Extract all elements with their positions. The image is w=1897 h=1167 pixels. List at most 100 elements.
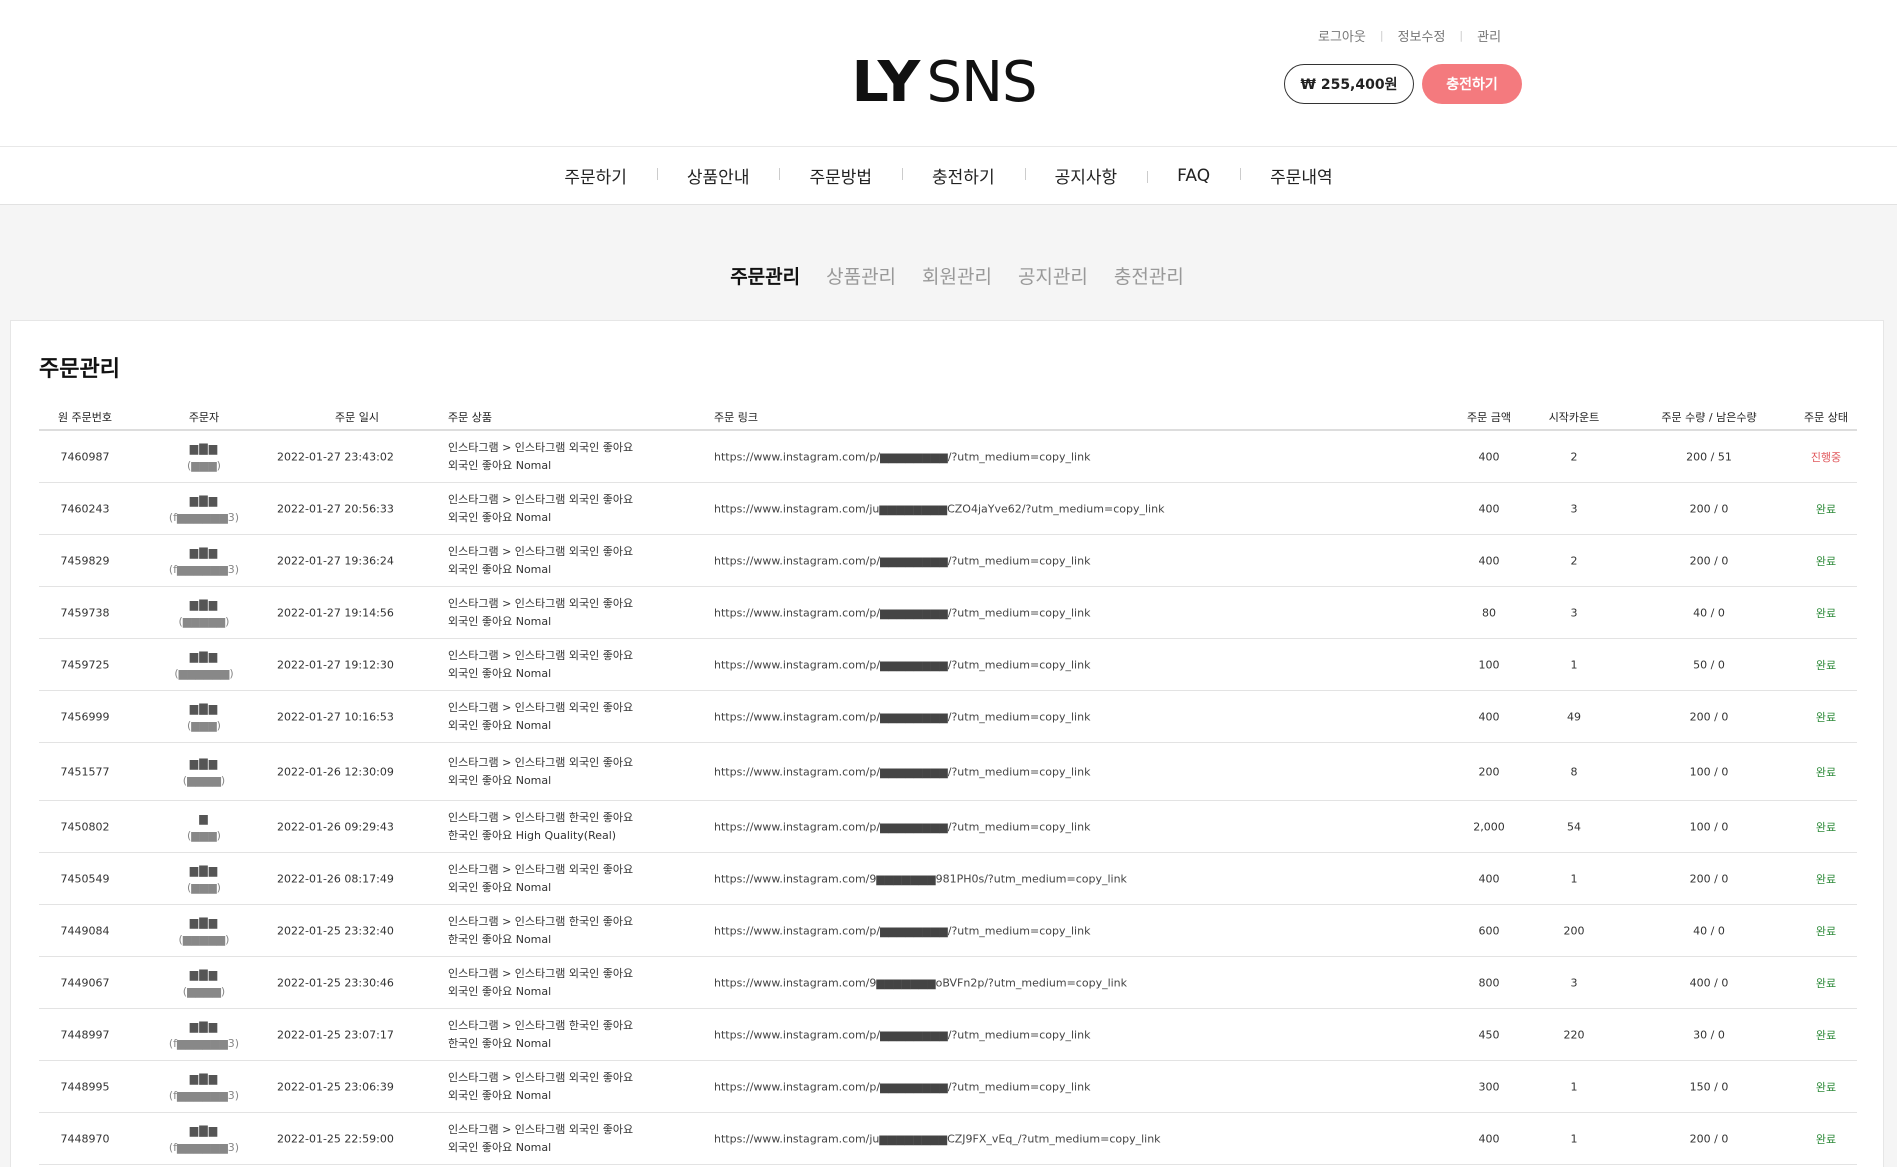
orderer-id: (f▆▆▆▆▆▆3) — [168, 562, 240, 576]
order-amount: 800 — [1478, 976, 1500, 989]
status-badge: 완료 — [1815, 554, 1837, 568]
order-link[interactable]: https://www.instagram.com/ju▆▆▆▆▆▆▆▆CZO4… — [714, 502, 1274, 515]
product-category: 인스타그램 > 인스타그램 외국인 좋아요 — [448, 755, 634, 769]
orderer: ▆▇▆ (f▆▆▆▆▆▆3) — [154, 544, 254, 578]
table-row: 7448970 ▆▇▆ (f▆▆▆▆▆▆3) 2022-01-25 22:59:00 인… — [39, 1113, 1857, 1165]
start-count: 1 — [1570, 658, 1578, 671]
orderer: ▆▇▆ (▆▆▆) — [154, 862, 254, 896]
order-number: 7460243 — [60, 502, 110, 515]
order-link[interactable]: https://www.instagram.com/p/▆▆▆▆▆▆▆▆/?ut… — [714, 765, 1274, 778]
order-amount: 400 — [1478, 450, 1500, 463]
orderer-id: (▆▆▆▆) — [182, 773, 226, 787]
quantity-remaining: 40 / 0 — [1693, 606, 1725, 619]
nav-faq[interactable]: FAQ — [1147, 166, 1240, 186]
start-count: 2 — [1570, 554, 1578, 567]
orderer-id: (▆▆▆) — [187, 880, 221, 894]
order-amount: 400 — [1478, 872, 1500, 885]
order-link[interactable]: https://www.instagram.com/ju▆▆▆▆▆▆▆▆CZJ9… — [714, 1132, 1274, 1145]
product-category: 인스타그램 > 인스타그램 외국인 좋아요 — [448, 648, 634, 662]
order-number: 7448997 — [60, 1028, 110, 1041]
order-number: 7448995 — [60, 1080, 110, 1093]
order-link[interactable]: https://www.instagram.com/9▆▆▆▆▆▆▆oBVFn2… — [714, 976, 1274, 989]
tab-notice-management[interactable]: 공지관리 — [1018, 262, 1088, 289]
order-link[interactable]: https://www.instagram.com/p/▆▆▆▆▆▆▆▆/?ut… — [714, 820, 1274, 833]
nav-order[interactable]: 주문하기 — [534, 163, 657, 188]
nav-notice[interactable]: 공지사항 — [1024, 163, 1148, 188]
order-link[interactable]: https://www.instagram.com/p/▆▆▆▆▆▆▆▆/?ut… — [714, 450, 1274, 463]
tab-charge-management[interactable]: 충전관리 — [1114, 262, 1184, 289]
site-logo[interactable]: LY SNS — [851, 49, 1038, 115]
order-link[interactable]: https://www.instagram.com/p/▆▆▆▆▆▆▆▆/?ut… — [714, 554, 1274, 567]
order-link[interactable]: https://www.instagram.com/p/▆▆▆▆▆▆▆▆/?ut… — [714, 924, 1274, 937]
logo-sns: SNS — [926, 49, 1038, 115]
orderer-name: ▆ — [199, 811, 209, 825]
table-row: 7449084 ▆▇▆ (▆▆▆▆▆) 2022-01-25 23:32:40 인스타그… — [39, 905, 1857, 957]
orderer: ▆ (▆▆▆) — [154, 810, 254, 844]
order-link[interactable]: https://www.instagram.com/p/▆▆▆▆▆▆▆▆/?ut… — [714, 710, 1274, 723]
orderer-id: (▆▆▆) — [187, 828, 221, 842]
quantity-remaining: 30 / 0 — [1693, 1028, 1725, 1041]
tab-member-management[interactable]: 회원관리 — [922, 262, 992, 289]
order-link[interactable]: https://www.instagram.com/9▆▆▆▆▆▆▆981PH0… — [714, 872, 1274, 885]
order-product: 인스타그램 > 인스타그램 외국인 좋아요 외국인 좋아요 Nomal — [448, 491, 678, 527]
product-category: 인스타그램 > 인스타그램 외국인 좋아요 — [448, 862, 634, 876]
product-name: 외국인 좋아요 Nomal — [448, 718, 552, 732]
orderer-name: ▆▇▆ — [189, 701, 219, 715]
start-count: 1 — [1570, 1132, 1578, 1145]
col-order-no: 원 주문번호 — [57, 411, 113, 424]
order-number: 7449084 — [60, 924, 110, 937]
orderer: ▆▇▆ (▆▆▆) — [154, 440, 254, 474]
orderer: ▆▇▆ (▆▆▆▆▆) — [154, 914, 254, 948]
order-link[interactable]: https://www.instagram.com/p/▆▆▆▆▆▆▆▆/?ut… — [714, 1080, 1274, 1093]
quantity-remaining: 200 / 51 — [1686, 450, 1732, 463]
product-category: 인스타그램 > 인스타그램 외국인 좋아요 — [448, 544, 634, 558]
order-number: 7450549 — [60, 872, 110, 885]
order-amount: 400 — [1478, 502, 1500, 515]
start-count: 1 — [1570, 1080, 1578, 1093]
admin-link[interactable]: 관리 — [1477, 26, 1501, 45]
status-badge: 완료 — [1815, 658, 1837, 672]
quantity-remaining: 200 / 0 — [1689, 710, 1729, 723]
product-name: 외국인 좋아요 Nomal — [448, 1088, 552, 1102]
product-category: 인스타그램 > 인스타그램 외국인 좋아요 — [448, 1122, 634, 1136]
order-date: 2022-01-25 23:30:46 — [277, 976, 394, 989]
site-header: 로그아웃 | 정보수정 | 관리 LY SNS ₩ 255,400원 충전하기 — [0, 0, 1897, 147]
product-category: 인스타그램 > 인스타그램 외국인 좋아요 — [448, 966, 634, 980]
order-product: 인스타그램 > 인스타그램 외국인 좋아요 외국인 좋아요 Nomal — [448, 647, 678, 683]
tab-order-management[interactable]: 주문관리 — [730, 262, 800, 289]
order-number: 7459738 — [60, 606, 110, 619]
order-date: 2022-01-25 22:59:00 — [277, 1132, 394, 1145]
product-category: 인스타그램 > 인스타그램 한국인 좋아요 — [448, 1018, 634, 1032]
start-count: 1 — [1570, 872, 1578, 885]
status-badge: 완료 — [1815, 606, 1837, 620]
nav-order-history[interactable]: 주문내역 — [1240, 163, 1363, 188]
order-number: 7459725 — [60, 658, 110, 671]
charge-button[interactable]: 충전하기 — [1422, 64, 1522, 104]
orderer-name: ▆▇▆ — [189, 441, 219, 455]
order-link[interactable]: https://www.instagram.com/p/▆▆▆▆▆▆▆▆/?ut… — [714, 1028, 1274, 1041]
order-link[interactable]: https://www.instagram.com/p/▆▆▆▆▆▆▆▆/?ut… — [714, 658, 1274, 671]
order-link[interactable]: https://www.instagram.com/p/▆▆▆▆▆▆▆▆/?ut… — [714, 606, 1274, 619]
nav-charge[interactable]: 충전하기 — [902, 163, 1025, 188]
orderer-name: ▆▇▆ — [189, 545, 219, 559]
product-name: 외국인 좋아요 Nomal — [448, 773, 552, 787]
orderer-name: ▆▇▆ — [189, 1071, 219, 1085]
order-amount: 300 — [1478, 1080, 1500, 1093]
nav-products[interactable]: 상품안내 — [656, 163, 780, 188]
order-date: 2022-01-26 12:30:09 — [277, 765, 394, 778]
orderer-id: (▆▆▆▆) — [182, 984, 226, 998]
nav-how-to-order[interactable]: 주문방법 — [779, 163, 902, 188]
main-nav: 주문하기 상품안내 주문방법 충전하기 공지사항 FAQ 주문내역 — [0, 147, 1897, 205]
start-count: 2 — [1570, 450, 1578, 463]
logout-link[interactable]: 로그아웃 — [1318, 26, 1366, 45]
tab-product-management[interactable]: 상품관리 — [826, 262, 896, 289]
start-count: 3 — [1570, 976, 1578, 989]
orderer: ▆▇▆ (▆▆▆▆▆) — [154, 596, 254, 630]
table-row: 7459829 ▆▇▆ (f▆▆▆▆▆▆3) 2022-01-27 19:36:24 인… — [39, 535, 1857, 587]
edit-info-link[interactable]: 정보수정 — [1398, 26, 1446, 45]
order-amount: 2,000 — [1473, 820, 1505, 833]
order-amount: 400 — [1478, 710, 1500, 723]
start-count: 3 — [1570, 606, 1578, 619]
orderer-name: ▆▇▆ — [189, 597, 219, 611]
admin-tabs: 주문관리 상품관리 회원관리 공지관리 충전관리 — [0, 262, 1897, 289]
